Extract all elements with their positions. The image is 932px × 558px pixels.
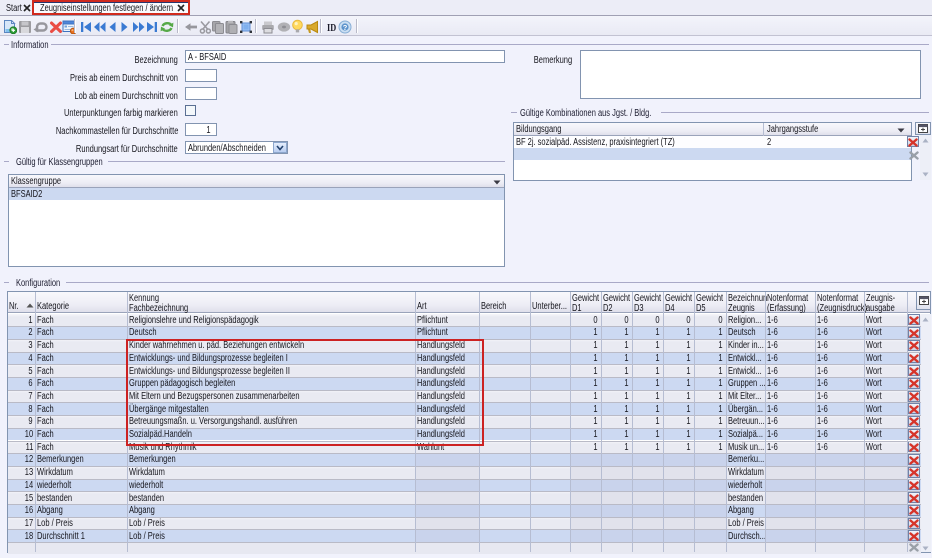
svg-text:?: ? [343,23,348,32]
